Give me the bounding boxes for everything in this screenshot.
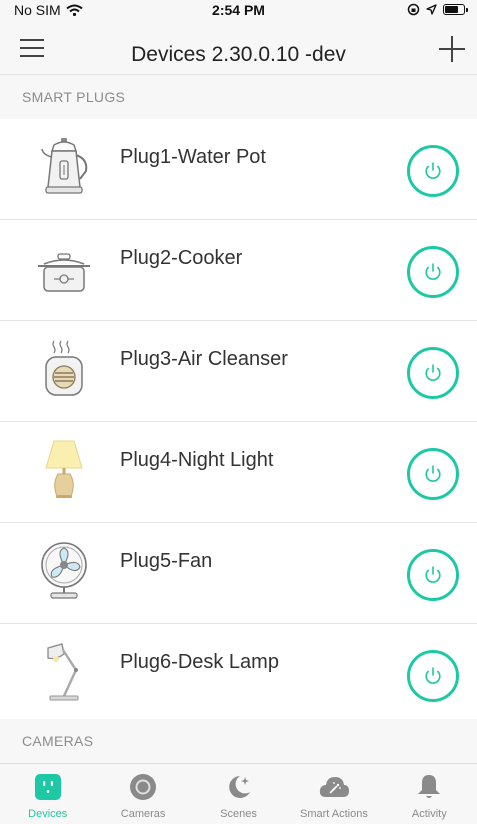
moon-icon <box>228 776 250 798</box>
smart-plugs-section-header: SMART PLUGS <box>0 75 477 119</box>
device-name: Plug5-Fan <box>120 550 213 572</box>
power-icon <box>425 263 441 280</box>
kettle-icon <box>41 138 88 194</box>
power-icon <box>425 364 441 381</box>
tab-smart-actions[interactable]: Smart Actions <box>286 764 381 824</box>
battery-icon <box>443 4 468 15</box>
camera-icon <box>130 774 157 800</box>
power-toggle-button[interactable] <box>407 448 459 500</box>
device-name: Plug1-Water Pot <box>120 146 266 168</box>
device-row-plug6[interactable]: Plug6-Desk Lamp <box>0 624 477 725</box>
device-name: Plug3-Air Cleanser <box>120 348 288 370</box>
add-device-button[interactable] <box>439 36 465 62</box>
location-arrow-icon <box>426 4 437 15</box>
device-row-plug3[interactable]: Plug3-Air Cleanser <box>0 321 477 422</box>
cooker-icon <box>38 253 90 292</box>
page-title: Devices 2.30.0.10 -dev <box>131 43 346 66</box>
device-row-plug4[interactable]: Plug4-Night Light <box>0 422 477 523</box>
devices-screen: No SIM 2:54 PM Devices 2.30.0.10 -dev SM… <box>0 0 477 824</box>
fan-icon <box>41 542 87 599</box>
power-toggle-button[interactable] <box>407 246 459 298</box>
night-light-icon <box>45 440 83 498</box>
tab-label: Scenes <box>220 808 257 820</box>
menu-line-icon <box>20 39 44 41</box>
power-toggle-button[interactable] <box>407 347 459 399</box>
tab-label: Smart Actions <box>299 808 368 820</box>
section-label: CAMERAS <box>22 733 94 749</box>
power-icon <box>425 667 441 684</box>
tab-scenes[interactable]: Scenes <box>191 764 286 824</box>
device-name: Plug6-Desk Lamp <box>120 651 279 673</box>
power-toggle-button[interactable] <box>407 549 459 601</box>
cloud-icon <box>319 777 349 797</box>
power-toggle-button[interactable] <box>407 650 459 702</box>
navigation-bar: Devices 2.30.0.10 -dev <box>0 20 477 75</box>
device-row-plug1[interactable]: Plug1-Water Pot <box>0 119 477 220</box>
status-bar: No SIM 2:54 PM <box>0 0 477 20</box>
battery-level-fill <box>445 6 458 13</box>
power-icon <box>425 566 441 583</box>
tab-label: Activity <box>411 808 447 820</box>
tab-bar: Devices Cameras Scenes Smart Actions Act… <box>0 763 477 824</box>
status-icons <box>407 3 468 16</box>
desk-lamp-icon <box>47 643 79 701</box>
tab-activity[interactable]: Activity <box>382 764 477 824</box>
device-name: Plug4-Night Light <box>120 449 274 471</box>
device-name: Plug2-Cooker <box>120 247 243 269</box>
tab-devices[interactable]: Devices <box>0 764 95 824</box>
plug-icon <box>34 774 61 800</box>
tab-label: Devices <box>28 808 68 820</box>
power-icon <box>425 465 441 482</box>
device-row-plug5[interactable]: Plug5-Fan <box>0 523 477 624</box>
orientation-lock-icon <box>407 3 420 16</box>
status-time: 2:54 PM <box>212 2 265 18</box>
air-cleanser-icon <box>45 340 83 396</box>
device-row-plug2[interactable]: Plug2-Cooker <box>0 220 477 321</box>
tab-cameras[interactable]: Cameras <box>95 764 190 824</box>
power-toggle-button[interactable] <box>407 145 459 197</box>
cameras-section-header: CAMERAS <box>0 719 477 763</box>
bell-icon <box>418 775 441 798</box>
section-label: SMART PLUGS <box>22 89 126 105</box>
device-list: Plug1-Water Pot Plug2-Cooker Plug3-Air C… <box>0 119 477 725</box>
power-icon <box>425 162 441 179</box>
tab-label: Cameras <box>120 808 166 820</box>
